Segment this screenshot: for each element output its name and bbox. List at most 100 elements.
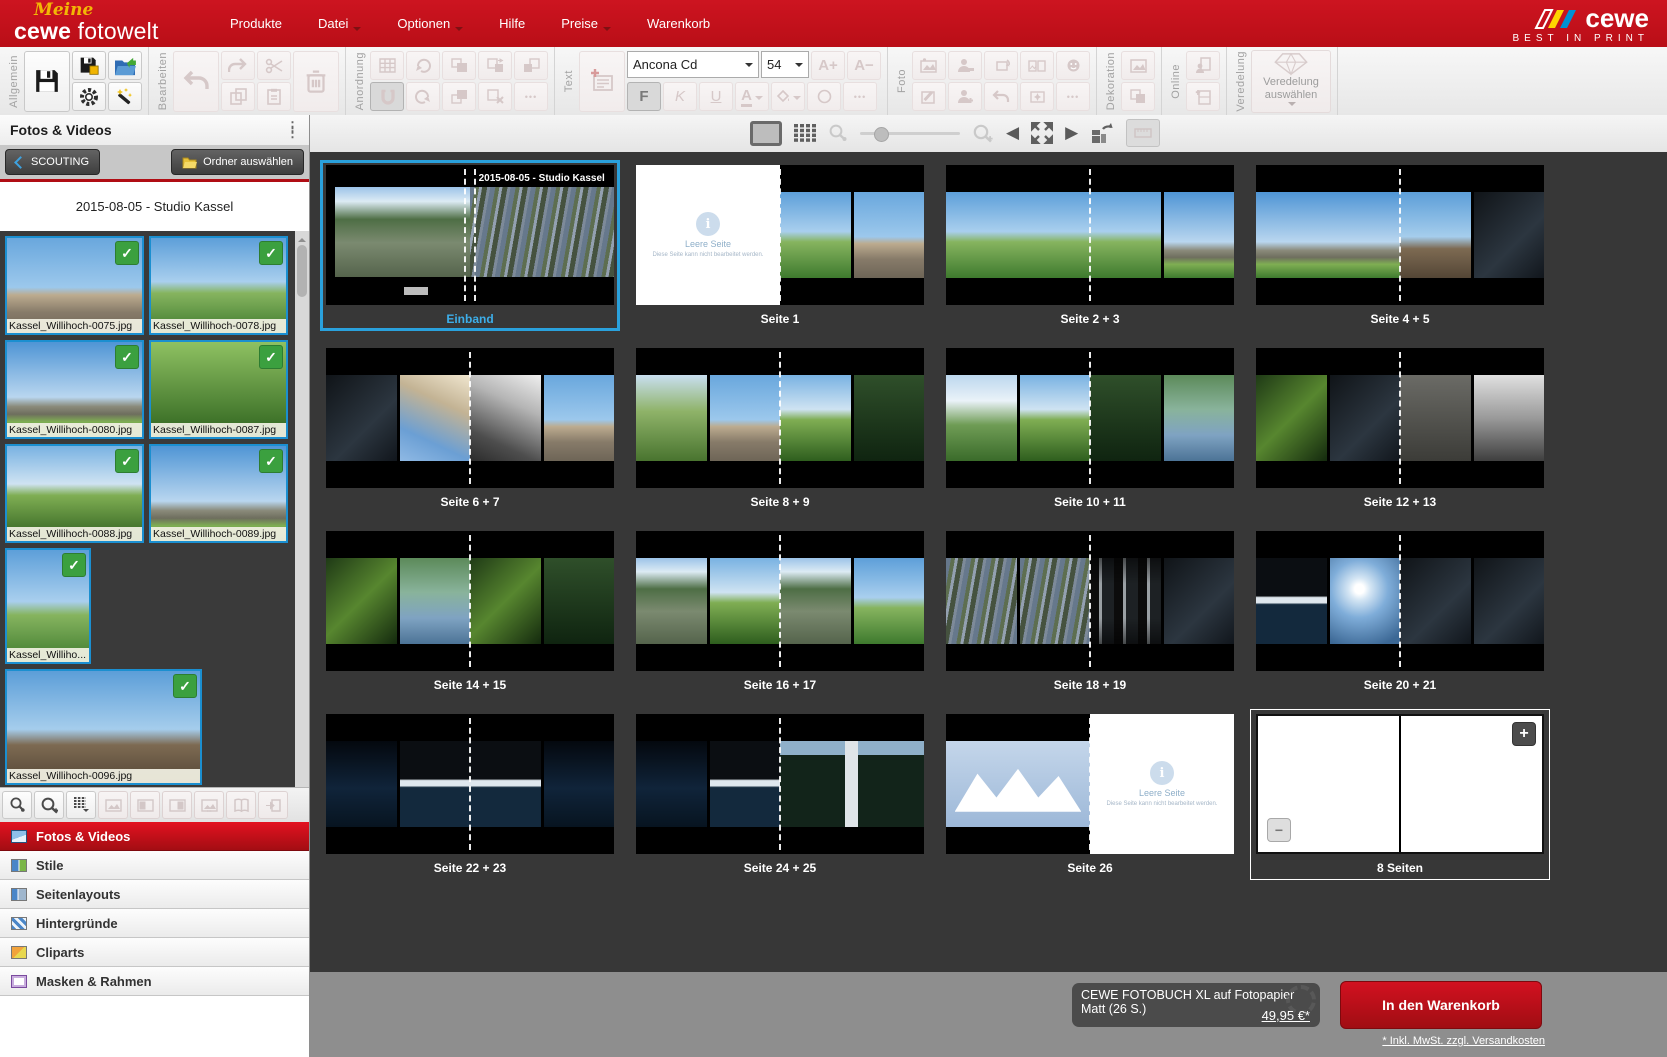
- assistant-button[interactable]: [108, 82, 142, 111]
- save-button[interactable]: [24, 51, 70, 112]
- font-size-select[interactable]: 54: [761, 51, 809, 78]
- spread-card[interactable]: Seite 2 + 3: [940, 160, 1240, 331]
- snap-button[interactable]: [370, 82, 404, 111]
- italic-button[interactable]: K: [663, 82, 697, 111]
- menubar-item-datei[interactable]: Datei: [318, 13, 361, 35]
- rotate-left-button[interactable]: [406, 51, 440, 80]
- text-shape-button[interactable]: [807, 82, 841, 111]
- spread-card[interactable]: Seite 4 + 5: [1250, 160, 1550, 331]
- sidebar-menu-icon[interactable]: ⋮⋮: [286, 124, 299, 137]
- deco-image-button[interactable]: [1121, 51, 1155, 80]
- fit-view-button[interactable]: [1031, 122, 1053, 144]
- prev-page-button[interactable]: ◀: [1006, 125, 1019, 142]
- spread-card[interactable]: Seite 24 + 25: [630, 709, 930, 880]
- spread-card[interactable]: Seite 22 + 23: [320, 709, 620, 880]
- spread-card[interactable]: Seite 14 + 15: [320, 526, 620, 697]
- spread-card[interactable]: Seite 16 + 17: [630, 526, 930, 697]
- copy-button[interactable]: [221, 82, 255, 111]
- add-to-cart-button[interactable]: In den Warenkorb: [1340, 981, 1542, 1029]
- photo-thumbnail[interactable]: Kassel_Williho...: [5, 548, 91, 664]
- underline-button[interactable]: U: [699, 82, 733, 111]
- spread-card[interactable]: Leere SeiteDiese Seite kann nicht bearbe…: [630, 160, 930, 331]
- book-view-button[interactable]: [226, 791, 256, 819]
- remove-pages-button[interactable]: [1267, 818, 1291, 842]
- ruler-button[interactable]: [1126, 119, 1160, 147]
- undo-button[interactable]: [173, 51, 219, 112]
- spread-card[interactable]: 2015-08-05 - Studio KasselEinband: [320, 160, 620, 331]
- photo-person-add-button[interactable]: [948, 82, 982, 111]
- sidebar-item-backgrounds[interactable]: Hintergründe: [0, 909, 309, 938]
- settings-button[interactable]: [72, 82, 106, 111]
- move-forward-button[interactable]: [478, 51, 512, 80]
- menubar-item-preise[interactable]: Preise: [561, 13, 611, 35]
- next-page-button[interactable]: ▶: [1065, 125, 1078, 142]
- insert-option-1-button[interactable]: [98, 791, 128, 819]
- sidebar-item-masks[interactable]: Masken & Rahmen: [0, 967, 309, 996]
- sidebar-item-photos[interactable]: Fotos & Videos: [0, 822, 309, 851]
- photo-more-button[interactable]: •••: [1056, 82, 1090, 111]
- menubar-item-produkte[interactable]: Produkte: [230, 16, 282, 31]
- sidebar-item-stile[interactable]: Stile: [0, 851, 309, 880]
- paste-button[interactable]: [257, 82, 291, 111]
- view-grid-button[interactable]: [794, 124, 816, 142]
- add-pages-button[interactable]: [1512, 722, 1536, 746]
- font-smaller-button[interactable]: A−: [847, 51, 881, 80]
- insert-option-4-button[interactable]: [194, 791, 224, 819]
- text-more-button[interactable]: •••: [843, 82, 877, 111]
- spread-card[interactable]: Seite 20 + 21: [1250, 526, 1550, 697]
- photo-person-remove-button[interactable]: [948, 51, 982, 80]
- sidebar-item-cliparts[interactable]: Cliparts: [0, 938, 309, 967]
- send-backward-button[interactable]: [442, 82, 476, 111]
- font-larger-button[interactable]: A+: [811, 51, 845, 80]
- insert-photo-button[interactable]: [912, 51, 946, 80]
- delete-button[interactable]: [293, 51, 339, 112]
- sidebar-item-layouts[interactable]: Seitenlayouts: [0, 880, 309, 909]
- deco-layers-button[interactable]: [1121, 82, 1155, 111]
- zoom-out-button[interactable]: [828, 124, 848, 142]
- photo-thumbnail[interactable]: Kassel_Willihoch-0096.jpg: [5, 669, 202, 785]
- menubar-item-warenkorb[interactable]: Warenkorb: [647, 16, 710, 31]
- online-profile-button[interactable]: [1186, 51, 1220, 80]
- bring-forward-button[interactable]: [442, 51, 476, 80]
- spread-card[interactable]: Seite 18 + 19: [940, 526, 1240, 697]
- spread-card[interactable]: Seite 10 + 11: [940, 343, 1240, 514]
- font-color-button[interactable]: A: [735, 82, 769, 111]
- thumb-view-options-button[interactable]: [66, 791, 96, 819]
- photo-reset-button[interactable]: [984, 82, 1018, 111]
- photo-thumbnail[interactable]: Kassel_Willihoch-0075.jpg: [5, 236, 144, 335]
- tax-note-link[interactable]: * Inkl. MwSt. zzgl. Versandkosten: [1382, 1035, 1545, 1047]
- photo-enhance-button[interactable]: [1020, 82, 1054, 111]
- redo-button[interactable]: [221, 51, 255, 80]
- insert-option-2-button[interactable]: [130, 791, 160, 819]
- spread-card[interactable]: Seite 6 + 7: [320, 343, 620, 514]
- thumb-zoom-out-button[interactable]: [2, 791, 32, 819]
- photo-list-scrollbar[interactable]: [295, 231, 309, 787]
- zoom-in-button[interactable]: [972, 124, 994, 143]
- spread-card[interactable]: Seite 12 + 13: [1250, 343, 1550, 514]
- photo-rotate-button[interactable]: [984, 51, 1018, 80]
- move-backward-button[interactable]: [514, 51, 548, 80]
- photo-thumbnail[interactable]: Kassel_Willihoch-0087.jpg: [149, 340, 288, 439]
- photo-thumbnail[interactable]: Kassel_Willihoch-0089.jpg: [149, 444, 288, 543]
- spread-card[interactable]: Seite 8 + 9: [630, 343, 930, 514]
- fill-color-button[interactable]: [771, 82, 805, 111]
- zoom-slider-knob[interactable]: [874, 127, 889, 142]
- photo-thumbnail[interactable]: Kassel_Willihoch-0078.jpg: [149, 236, 288, 335]
- view-single-page-button[interactable]: [750, 121, 782, 146]
- spread-card[interactable]: 8 Seiten: [1250, 709, 1550, 880]
- spread-card[interactable]: Leere SeiteDiese Seite kann nicht bearbe…: [940, 709, 1240, 880]
- photo-thumbnail[interactable]: Kassel_Willihoch-0088.jpg: [5, 444, 144, 543]
- choose-folder-button[interactable]: Ordner auswählen: [171, 149, 304, 175]
- scouting-back-button[interactable]: SCOUTING: [5, 149, 100, 175]
- sort-pages-button[interactable]: [1090, 122, 1114, 144]
- menubar-item-hilfe[interactable]: Hilfe: [499, 16, 525, 31]
- rotate-right-button[interactable]: [406, 82, 440, 111]
- photo-pair-button[interactable]: [1020, 51, 1054, 80]
- photo-thumbnail[interactable]: Kassel_Willihoch-0080.jpg: [5, 340, 144, 439]
- zoom-slider[interactable]: [860, 132, 960, 135]
- remove-object-button[interactable]: [478, 82, 512, 111]
- menubar-item-optionen[interactable]: Optionen: [397, 13, 463, 35]
- open-project-button[interactable]: [108, 51, 142, 80]
- product-summary[interactable]: CEWE FOTOBUCH XL auf Fotopapier Matt (26…: [1072, 983, 1320, 1027]
- save-as-button[interactable]: [72, 51, 106, 80]
